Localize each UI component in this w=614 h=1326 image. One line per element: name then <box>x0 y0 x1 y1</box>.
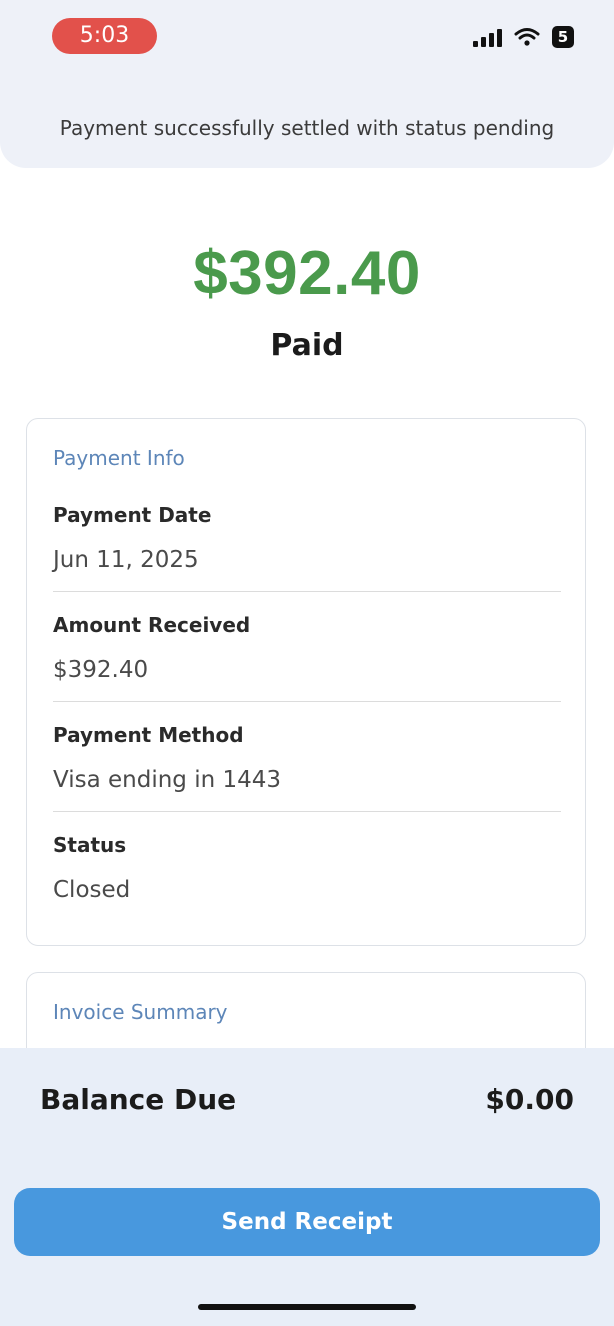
signal-icon <box>473 27 502 47</box>
balance-due-label: Balance Due <box>40 1083 237 1116</box>
payment-info-card: Payment Info Payment Date Jun 11, 2025 A… <box>26 418 586 946</box>
field-value: Closed <box>53 877 131 903</box>
field-label: Status <box>53 833 127 857</box>
divider <box>53 591 561 592</box>
bottom-bar: Balance Due $0.00 Send Receipt <box>0 1048 614 1326</box>
field-label: Payment Date <box>53 503 212 527</box>
field-payment-method: Payment Method Visa ending in 1443 <box>53 723 561 793</box>
field-value: $392.40 <box>53 657 149 683</box>
status-bar: 5:03 5 <box>0 0 614 90</box>
payment-info-title: Payment Info <box>53 446 185 470</box>
home-indicator[interactable] <box>198 1304 416 1310</box>
field-label: Payment Method <box>53 723 244 747</box>
divider <box>53 701 561 702</box>
banner-message: Payment successfully settled with status… <box>59 116 555 140</box>
invoice-summary-title: Invoice Summary <box>53 1000 228 1024</box>
divider <box>53 811 561 812</box>
field-amount-received: Amount Received $392.40 <box>53 613 561 683</box>
field-label: Amount Received <box>53 613 251 637</box>
field-status: Status Closed <box>53 833 561 903</box>
battery-icon: 5 <box>552 26 574 48</box>
field-value: Jun 11, 2025 <box>53 547 199 573</box>
send-receipt-button[interactable]: Send Receipt <box>14 1188 600 1256</box>
field-value: Visa ending in 1443 <box>53 767 282 793</box>
status-banner: Payment successfully settled with status… <box>0 90 614 168</box>
field-payment-date: Payment Date Jun 11, 2025 <box>53 503 561 573</box>
balance-due-value: $0.00 <box>485 1083 574 1116</box>
wifi-icon <box>514 28 540 46</box>
status-icons: 5 <box>473 26 574 48</box>
status-time: 5:03 <box>52 18 157 54</box>
payment-state: Paid <box>270 328 344 363</box>
paid-amount: $392.40 <box>193 239 421 308</box>
